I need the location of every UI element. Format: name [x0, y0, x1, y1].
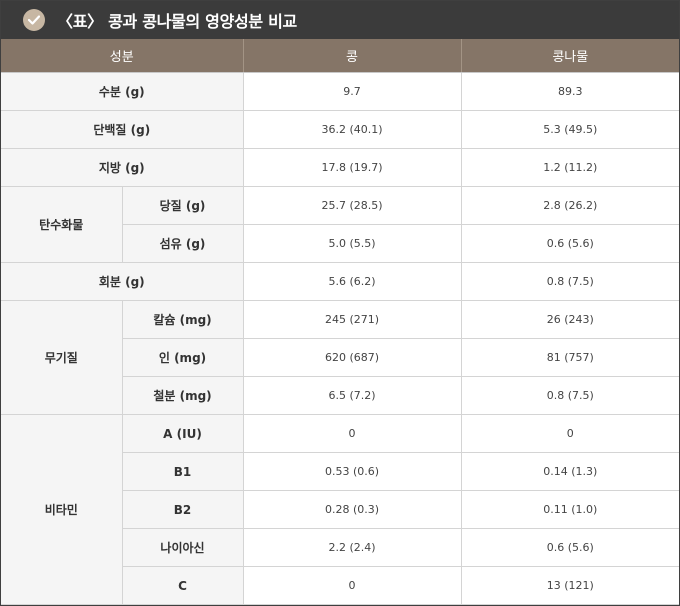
table-row: 회분 (g) 5.6 (6.2) 0.8 (7.5)	[1, 262, 680, 301]
nutrition-table: 성분 콩 콩나물 수분 (g) 9.7 89.3 단백질 (g) 36.2 (4…	[1, 39, 680, 605]
check-circle-icon	[23, 9, 45, 31]
header-component: 성분	[1, 39, 244, 73]
table-row: 지방 (g) 17.8 (19.7) 1.2 (11.2)	[1, 148, 680, 187]
sprout-value: 5.3 (49.5)	[460, 110, 680, 149]
bean-value: 620 (687)	[242, 338, 462, 377]
header-bean: 콩	[243, 39, 462, 73]
bean-value: 17.8 (19.7)	[242, 148, 462, 187]
bean-value: 9.7	[242, 72, 462, 111]
title-bar: 〈표〉 콩과 콩나물의 영양성분 비교	[1, 1, 679, 39]
sprout-value: 0.8 (7.5)	[460, 262, 680, 301]
row-label: 수분 (g)	[1, 72, 244, 111]
row-label: 당질 (g)	[121, 186, 244, 225]
bean-value: 0	[242, 566, 462, 605]
sprout-value: 0.14 (1.3)	[460, 452, 680, 491]
table-row: 비타민 A (IU) 0 0	[1, 414, 680, 605]
bean-value: 36.2 (40.1)	[242, 110, 462, 149]
table-row: 단백질 (g) 36.2 (40.1) 5.3 (49.5)	[1, 110, 680, 149]
table-title: 〈표〉 콩과 콩나물의 영양성분 비교	[57, 12, 297, 31]
group-label: 탄수화물	[1, 186, 123, 263]
row-label: 나이아신	[122, 528, 244, 567]
row-label: 지방 (g)	[1, 148, 244, 187]
row-label: 철분 (mg)	[122, 376, 244, 415]
sprout-value: 0.8 (7.5)	[460, 376, 680, 415]
sprout-value: 0	[460, 414, 680, 453]
bean-value: 5.6 (6.2)	[242, 262, 462, 301]
bean-value: 245 (271)	[242, 300, 462, 339]
bean-value: 0.53 (0.6)	[242, 452, 462, 491]
header-sprout: 콩나물	[461, 39, 680, 73]
row-label: 섬유 (g)	[122, 224, 244, 263]
bean-value: 2.2 (2.4)	[242, 528, 462, 567]
row-label: B2	[122, 490, 244, 529]
nutrition-comparison-panel: 〈표〉 콩과 콩나물의 영양성분 비교 성분 콩 콩나물 수분 (g) 9.7 …	[0, 0, 680, 606]
bean-value: 25.7 (28.5)	[242, 186, 462, 225]
table-row: 수분 (g) 9.7 89.3	[1, 72, 680, 111]
sprout-value: 0.11 (1.0)	[460, 490, 680, 529]
table-row: 무기질 칼슘 (mg) 245 (271) 26 (243)	[1, 300, 680, 415]
row-label: 회분 (g)	[1, 262, 244, 301]
sprout-value: 2.8 (26.2)	[460, 186, 680, 225]
sprout-value: 1.2 (11.2)	[460, 148, 680, 187]
table-row: 탄수화물 당질 (g) 25.7 (28.5) 2.8 (26.2)	[1, 186, 680, 263]
sprout-value: 26 (243)	[460, 300, 680, 339]
bean-value: 6.5 (7.2)	[242, 376, 462, 415]
group-label: 비타민	[1, 414, 123, 605]
row-label: 단백질 (g)	[1, 110, 244, 149]
row-label: C	[122, 566, 244, 605]
row-label: 칼슘 (mg)	[121, 300, 244, 339]
sprout-value: 13 (121)	[460, 566, 680, 605]
sprout-value: 89.3	[460, 72, 680, 111]
row-label: 인 (mg)	[122, 338, 244, 377]
row-label: B1	[122, 452, 244, 491]
sprout-value: 0.6 (5.6)	[460, 528, 680, 567]
sprout-value: 0.6 (5.6)	[460, 224, 680, 263]
header-row: 성분 콩 콩나물	[1, 39, 680, 73]
bean-value: 0	[242, 414, 462, 453]
bean-value: 0.28 (0.3)	[242, 490, 462, 529]
row-label: A (IU)	[121, 414, 244, 453]
sprout-value: 81 (757)	[460, 338, 680, 377]
bean-value: 5.0 (5.5)	[242, 224, 462, 263]
group-label: 무기질	[1, 300, 123, 415]
